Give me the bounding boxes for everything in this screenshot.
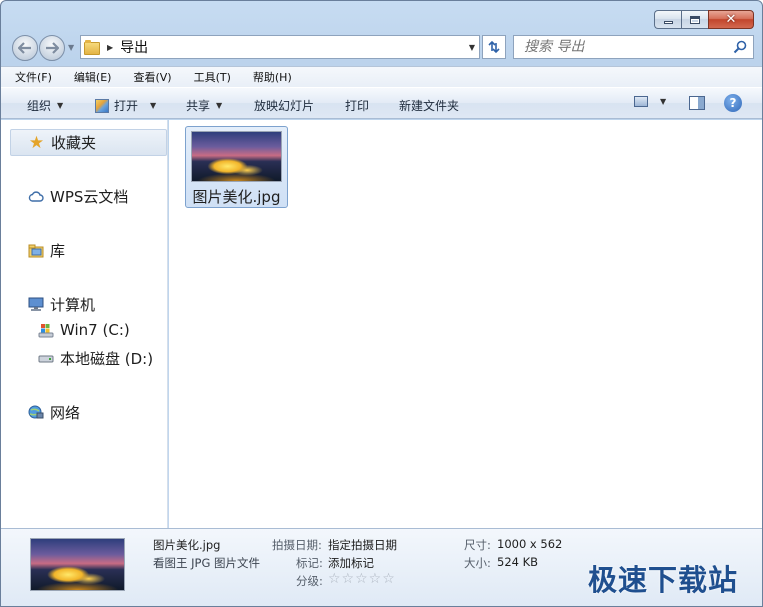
details-filename: 图片美化.jpg [153, 538, 221, 552]
share-label: 共享 [186, 99, 211, 113]
refresh-button[interactable] [482, 35, 506, 59]
menu-file[interactable]: 文件(F) [11, 69, 56, 85]
file-thumbnail [191, 131, 282, 182]
forward-button[interactable] [39, 35, 65, 61]
close-icon: ✕ [725, 12, 737, 27]
computer-icon [27, 296, 44, 313]
menu-bar: 文件(F) 编辑(E) 查看(V) 工具(T) 帮助(H) [1, 66, 762, 87]
nav-item-label: WPS云文档 [50, 188, 129, 206]
search-input[interactable] [514, 39, 724, 55]
print-button[interactable]: 打印 [345, 97, 369, 114]
details-filetype: 看图王 JPG 图片文件 [153, 556, 261, 570]
nav-item-computer[interactable]: 计算机 [27, 294, 95, 315]
system-drive-icon [37, 322, 54, 339]
menu-help[interactable]: 帮助(H) [249, 69, 296, 85]
image-viewer-icon [95, 98, 109, 113]
nav-item-drive-c[interactable]: Win7 (C:) [37, 321, 130, 339]
nav-item-label: 库 [50, 242, 66, 260]
close-button[interactable]: ✕ [708, 10, 754, 29]
details-thumbnail [30, 538, 125, 591]
address-path[interactable]: 导出 [120, 37, 148, 57]
tags-label: 标记: [296, 556, 323, 570]
address-dropdown-icon[interactable]: ▼ [469, 43, 475, 52]
back-button[interactable] [12, 35, 38, 61]
menu-tools[interactable]: 工具(T) [190, 69, 235, 85]
nav-item-library[interactable]: 库 [27, 240, 65, 261]
chevron-down-icon: ▼ [216, 101, 223, 110]
dimensions-value: 1000 x 562 [497, 537, 563, 551]
recent-pages-dropdown[interactable]: ▼ [68, 43, 74, 52]
date-taken-value[interactable]: 指定拍摄日期 [328, 537, 397, 553]
explorer-window: ✕ ▼ ▶ 导出 ▼ 文件(F) 编辑(E) 查看(V) 工具(T) 帮助(H) [0, 0, 763, 607]
forward-arrow-icon [46, 42, 59, 54]
maximize-icon [690, 15, 700, 24]
caption-buttons: ✕ [654, 10, 754, 29]
address-bar[interactable]: ▶ 导出 ▼ [80, 35, 480, 59]
slideshow-button[interactable]: 放映幻灯片 [254, 97, 314, 114]
file-item[interactable]: 图片美化.jpg [185, 126, 288, 208]
refresh-icon [488, 40, 500, 54]
nav-item-label: 网络 [50, 404, 81, 422]
new-folder-button[interactable]: 新建文件夹 [399, 97, 459, 114]
menu-edit[interactable]: 编辑(E) [70, 69, 116, 85]
tags-value[interactable]: 添加标记 [328, 555, 374, 571]
local-disk-icon [37, 350, 54, 367]
nav-item-label: 本地磁盘 (D:) [60, 350, 154, 368]
size-value: 524 KB [497, 555, 539, 569]
organize-label: 组织 [27, 99, 52, 113]
minimize-button[interactable] [654, 10, 681, 29]
rating-label: 分级: [296, 574, 323, 588]
open-label: 打开 [114, 99, 139, 113]
cloud-icon [27, 188, 44, 205]
chevron-down-icon: ▼ [57, 101, 64, 110]
date-taken-label: 拍摄日期: [272, 538, 322, 552]
nav-item-favorites[interactable]: ★ 收藏夹 [10, 129, 167, 156]
file-list-area[interactable]: 图片美化.jpg [169, 120, 762, 528]
maximize-button[interactable] [681, 10, 708, 29]
nav-item-label: 计算机 [50, 296, 96, 314]
navigation-row: ▼ ▶ 导出 ▼ [1, 34, 762, 62]
open-button[interactable]: 打开 ▼ [95, 97, 156, 114]
navigation-pane: ★ 收藏夹 WPS云文档 库 计算机 Win7 (C:) 本地磁盘 (D:) 网… [1, 120, 168, 528]
library-icon [27, 242, 44, 259]
minimize-icon [663, 21, 673, 24]
size-label: 大小: [464, 556, 491, 570]
change-view-button[interactable]: ▼ [634, 96, 666, 107]
nav-item-network[interactable]: 网络 [27, 402, 80, 423]
help-button[interactable]: ? [724, 94, 742, 112]
menu-view[interactable]: 查看(V) [129, 69, 175, 85]
breadcrumb-separator-icon[interactable]: ▶ [107, 43, 113, 52]
nav-item-wps-cloud[interactable]: WPS云文档 [27, 186, 128, 207]
nav-item-label: Win7 (C:) [60, 321, 130, 339]
network-icon [27, 404, 44, 421]
search-icon[interactable] [733, 40, 747, 54]
back-arrow-icon [18, 42, 31, 54]
nav-item-drive-d[interactable]: 本地磁盘 (D:) [37, 348, 153, 369]
preview-pane-button[interactable] [689, 96, 705, 110]
site-watermark: 极速下载站 [588, 563, 739, 597]
view-icon [634, 96, 648, 107]
chevron-down-icon: ▼ [660, 97, 667, 106]
star-icon: ★ [28, 132, 45, 153]
organize-button[interactable]: 组织 ▼ [27, 97, 63, 114]
folder-icon [84, 40, 100, 55]
search-box[interactable] [513, 35, 754, 59]
dimensions-label: 尺寸: [464, 538, 491, 552]
chevron-down-icon: ▼ [150, 101, 157, 110]
file-name: 图片美化.jpg [192, 188, 281, 206]
command-bar: 组织 ▼ 打开 ▼ 共享 ▼ 放映幻灯片 打印 新建文件夹 ▼ ? [1, 87, 762, 119]
rating-stars[interactable]: ☆☆☆☆☆ [328, 571, 396, 587]
share-button[interactable]: 共享 ▼ [186, 97, 222, 114]
nav-item-label: 收藏夹 [51, 134, 97, 152]
